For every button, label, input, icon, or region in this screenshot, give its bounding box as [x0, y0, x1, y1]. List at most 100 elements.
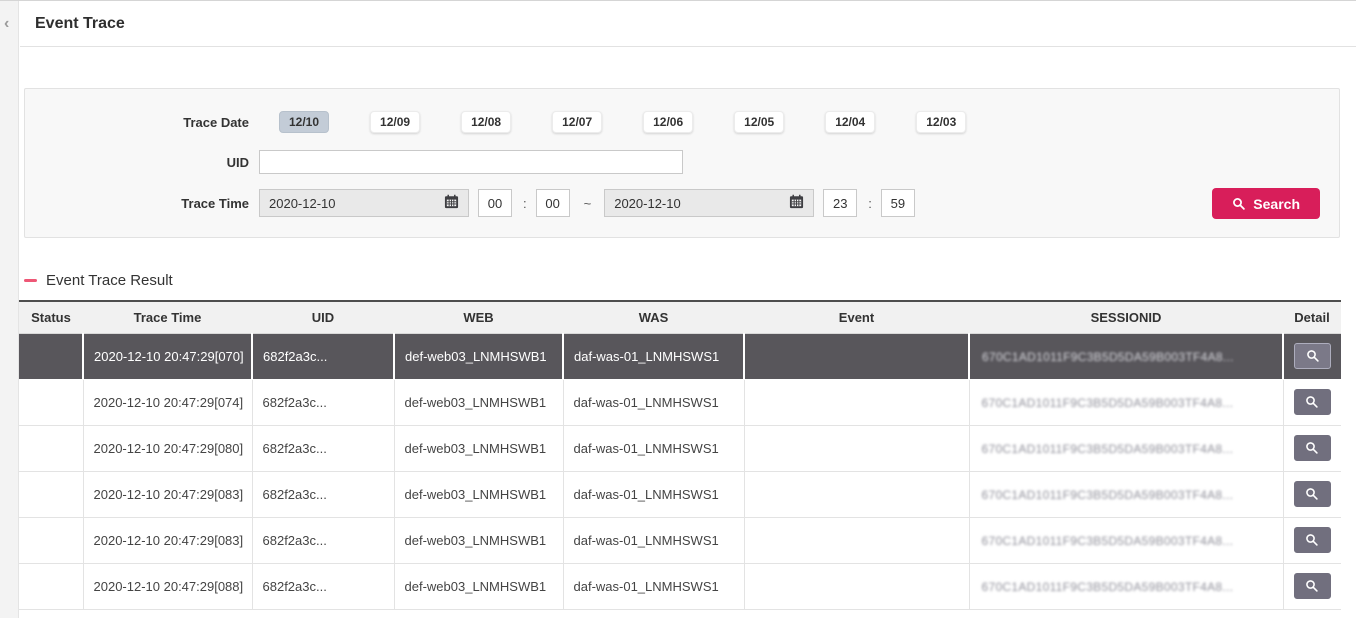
trace-date-chip-12-08[interactable]: 12/08 [461, 111, 511, 133]
start-minute-input[interactable] [536, 189, 570, 217]
cell-uid: 682f2a3c... [252, 471, 394, 517]
table-row[interactable]: 2020-12-10 20:47:29[088]682f2a3c...def-w… [19, 563, 1341, 609]
trace-date-label: Trace Date [25, 115, 249, 130]
cell-event [744, 425, 969, 471]
cell-trace-time: 2020-12-10 20:47:29[088] [83, 563, 252, 609]
table-row[interactable]: 2020-12-10 20:47:29[070]682f2a3c...def-w… [19, 333, 1341, 379]
table-row[interactable]: 2020-12-10 20:47:29[074]682f2a3c...def-w… [19, 379, 1341, 425]
sessionid-blurred-text: 670C1AD1011F9C3B5D5DA59B003TF4A8... [982, 580, 1234, 594]
cell-sessionid: 670C1AD1011F9C3B5D5DA59B003TF4A8... [969, 517, 1283, 563]
cell-event [744, 333, 969, 379]
end-hour-input[interactable] [823, 189, 857, 217]
sessionid-blurred-text: 670C1AD1011F9C3B5D5DA59B003TF4A8... [982, 534, 1234, 548]
cell-status [19, 425, 83, 471]
cell-uid: 682f2a3c... [252, 379, 394, 425]
cell-web: def-web03_LNMHSWB1 [394, 563, 563, 609]
magnifier-icon [1305, 533, 1319, 547]
start-date-picker[interactable]: 2020-12-10 [259, 189, 469, 217]
cell-status [19, 563, 83, 609]
table-row[interactable]: 2020-12-10 20:47:29[083]682f2a3c...def-w… [19, 471, 1341, 517]
cell-trace-time: 2020-12-10 20:47:29[083] [83, 517, 252, 563]
cell-uid: 682f2a3c... [252, 425, 394, 471]
uid-row: UID [25, 148, 1339, 176]
search-button[interactable]: Search [1212, 188, 1320, 219]
cell-sessionid: 670C1AD1011F9C3B5D5DA59B003TF4A8... [969, 333, 1283, 379]
cell-sessionid: 670C1AD1011F9C3B5D5DA59B003TF4A8... [969, 563, 1283, 609]
magnifier-icon [1306, 349, 1320, 363]
cell-uid: 682f2a3c... [252, 563, 394, 609]
sessionid-blurred-text: 670C1AD1011F9C3B5D5DA59B003TF4A8... [982, 488, 1234, 502]
result-table-body: 2020-12-10 20:47:29[070]682f2a3c...def-w… [19, 333, 1341, 609]
search-filter-panel: Trace Date 12/10 12/09 12/08 12/07 12/06 12/0… [24, 88, 1340, 238]
start-hour-input[interactable] [478, 189, 512, 217]
trace-date-chip-12-05[interactable]: 12/05 [734, 111, 784, 133]
trace-date-options: 12/10 12/09 12/08 12/07 12/06 12/05 12/04 12/03 [279, 111, 1007, 133]
search-button-label: Search [1253, 196, 1300, 212]
detail-button[interactable] [1294, 343, 1331, 369]
cell-trace-time: 2020-12-10 20:47:29[074] [83, 379, 252, 425]
trace-time-label: Trace Time [25, 196, 249, 211]
column-header-uid: UID [252, 301, 394, 333]
cell-status [19, 333, 83, 379]
cell-sessionid: 670C1AD1011F9C3B5D5DA59B003TF4A8... [969, 471, 1283, 517]
cell-sessionid: 670C1AD1011F9C3B5D5DA59B003TF4A8... [969, 425, 1283, 471]
trace-date-chip-12-06[interactable]: 12/06 [643, 111, 693, 133]
cell-detail [1283, 379, 1341, 425]
detail-button[interactable] [1294, 481, 1331, 507]
time-colon-separator: : [868, 196, 872, 211]
cell-event [744, 379, 969, 425]
trace-date-chip-12-03[interactable]: 12/03 [916, 111, 966, 133]
chevron-left-icon[interactable]: ‹ [4, 14, 9, 34]
trace-date-chip-12-04[interactable]: 12/04 [825, 111, 875, 133]
cell-status [19, 517, 83, 563]
cell-was: daf-was-01_LNMHSWS1 [563, 333, 744, 379]
cell-web: def-web03_LNMHSWB1 [394, 471, 563, 517]
time-colon-separator: : [523, 196, 527, 211]
cell-detail [1283, 333, 1341, 379]
calendar-icon[interactable] [444, 194, 459, 212]
magnifier-icon [1305, 441, 1319, 455]
uid-label: UID [25, 155, 249, 170]
end-minute-input[interactable] [881, 189, 915, 217]
cell-detail [1283, 517, 1341, 563]
cell-web: def-web03_LNMHSWB1 [394, 379, 563, 425]
cell-was: daf-was-01_LNMHSWS1 [563, 563, 744, 609]
cell-was: daf-was-01_LNMHSWS1 [563, 425, 744, 471]
result-section-title: Event Trace Result [46, 272, 173, 289]
cell-status [19, 379, 83, 425]
column-header-web: WEB [394, 301, 563, 333]
trace-date-chip-12-07[interactable]: 12/07 [552, 111, 602, 133]
detail-button[interactable] [1294, 573, 1331, 599]
result-section: Event Trace Result StatusTrace TimeUIDWE… [19, 268, 1341, 610]
detail-button[interactable] [1294, 527, 1331, 553]
detail-button[interactable] [1294, 435, 1331, 461]
event-trace-result-table: StatusTrace TimeUIDWEBWASEventSESSIONIDD… [19, 300, 1341, 610]
cell-was: daf-was-01_LNMHSWS1 [563, 379, 744, 425]
table-row[interactable]: 2020-12-10 20:47:29[083]682f2a3c...def-w… [19, 517, 1341, 563]
cell-web: def-web03_LNMHSWB1 [394, 333, 563, 379]
column-header-detail: Detail [1283, 301, 1341, 333]
cell-was: daf-was-01_LNMHSWS1 [563, 517, 744, 563]
range-separator: ~ [584, 196, 592, 211]
calendar-icon[interactable] [789, 194, 804, 212]
magnifier-icon [1305, 579, 1319, 593]
cell-event [744, 563, 969, 609]
uid-input[interactable] [259, 150, 683, 174]
cell-trace-time: 2020-12-10 20:47:29[080] [83, 425, 252, 471]
end-date-value: 2020-12-10 [614, 196, 681, 211]
cell-trace-time: 2020-12-10 20:47:29[083] [83, 471, 252, 517]
end-date-picker[interactable]: 2020-12-10 [604, 189, 814, 217]
column-header-was: WAS [563, 301, 744, 333]
trace-date-chip-12-10[interactable]: 12/10 [279, 111, 329, 133]
cell-detail [1283, 563, 1341, 609]
cell-uid: 682f2a3c... [252, 517, 394, 563]
table-row[interactable]: 2020-12-10 20:47:29[080]682f2a3c...def-w… [19, 425, 1341, 471]
magnifier-icon [1305, 487, 1319, 501]
cell-status [19, 471, 83, 517]
trace-date-chip-12-09[interactable]: 12/09 [370, 111, 420, 133]
cell-event [744, 517, 969, 563]
detail-button[interactable] [1294, 389, 1331, 415]
cell-trace-time: 2020-12-10 20:47:29[070] [83, 333, 252, 379]
magnifier-icon [1305, 395, 1319, 409]
magnifier-icon [1232, 197, 1246, 211]
